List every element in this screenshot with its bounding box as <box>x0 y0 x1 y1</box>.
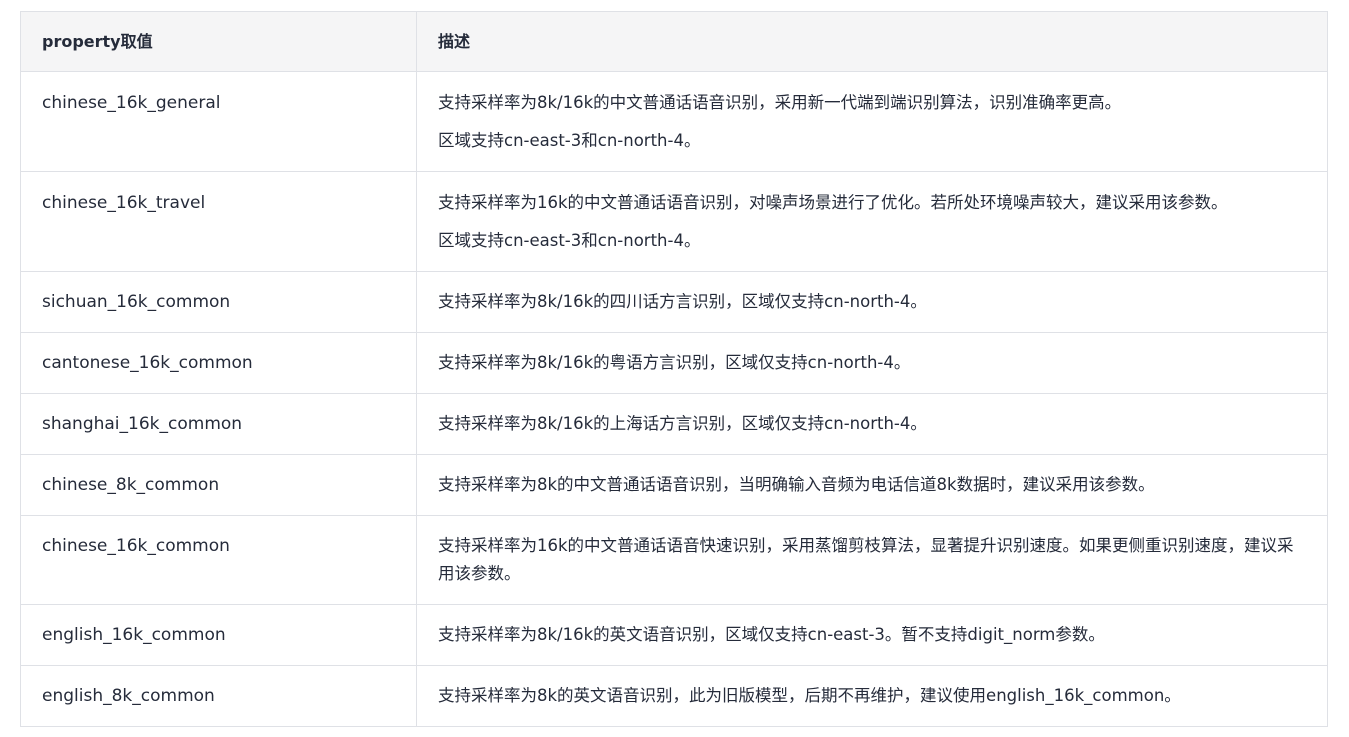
property-cell: cantonese_16k_common <box>20 332 417 394</box>
description-text: 支持采样率为8k/16k的四川话方言识别，区域仅支持cn-north-4。 <box>438 292 927 311</box>
property-cell: shanghai_16k_common <box>20 393 417 455</box>
header-description: 描述 <box>416 11 1328 72</box>
table-row: chinese_16k_general 支持采样率为8k/16k的中文普通话语音… <box>20 71 1328 172</box>
description-text: 支持采样率为8k的英文语音识别，此为旧版模型，后期不再维护，建议使用englis… <box>438 686 1181 705</box>
property-cell: chinese_16k_general <box>20 71 417 172</box>
property-cell: chinese_16k_common <box>20 515 417 605</box>
description-cell: 支持采样率为8k/16k的中文普通话语音识别，采用新一代端到端识别算法，识别准确… <box>416 71 1328 172</box>
description-cell: 支持采样率为8k的中文普通话语音识别，当明确输入音频为电话信道8k数据时，建议采… <box>416 454 1328 516</box>
description-text: 支持采样率为8k/16k的中文普通话语音识别，采用新一代端到端识别算法，识别准确… <box>438 93 1122 112</box>
property-table: property取值 描述 chinese_16k_general 支持采样率为… <box>20 11 1328 727</box>
description-text: 支持采样率为8k的中文普通话语音识别，当明确输入音频为电话信道8k数据时，建议采… <box>438 475 1155 494</box>
description-cell: 支持采样率为8k/16k的粤语方言识别，区域仅支持cn-north-4。 <box>416 332 1328 394</box>
table-header-row: property取值 描述 <box>20 11 1328 72</box>
description-text: 支持采样率为16k的中文普通话语音快速识别，采用蒸馏剪枝算法，显著提升识别速度。… <box>438 536 1294 583</box>
description-cell: 支持采样率为8k/16k的上海话方言识别，区域仅支持cn-north-4。 <box>416 393 1328 455</box>
description-text: 支持采样率为8k/16k的上海话方言识别，区域仅支持cn-north-4。 <box>438 414 927 433</box>
property-cell: chinese_8k_common <box>20 454 417 516</box>
description-cell: 支持采样率为16k的中文普通话语音识别，对噪声场景进行了优化。若所处环境噪声较大… <box>416 171 1328 272</box>
description-region-text: 区域支持cn-east-3和cn-north-4。 <box>438 231 701 250</box>
description-cell: 支持采样率为8k的英文语音识别，此为旧版模型，后期不再维护，建议使用englis… <box>416 665 1328 727</box>
property-cell: chinese_16k_travel <box>20 171 417 272</box>
table-row: english_8k_common 支持采样率为8k的英文语音识别，此为旧版模型… <box>20 665 1328 727</box>
description-cell: 支持采样率为16k的中文普通话语音快速识别，采用蒸馏剪枝算法，显著提升识别速度。… <box>416 515 1328 605</box>
header-property: property取值 <box>20 11 417 72</box>
description-text: 支持采样率为8k/16k的英文语音识别，区域仅支持cn-east-3。暂不支持d… <box>438 625 1105 644</box>
description-text: 支持采样率为8k/16k的粤语方言识别，区域仅支持cn-north-4。 <box>438 353 911 372</box>
table-row: english_16k_common 支持采样率为8k/16k的英文语音识别，区… <box>20 604 1328 666</box>
description-region-text: 区域支持cn-east-3和cn-north-4。 <box>438 131 701 150</box>
property-table-container: property取值 描述 chinese_16k_general 支持采样率为… <box>20 11 1328 727</box>
table-row: shanghai_16k_common 支持采样率为8k/16k的上海话方言识别… <box>20 393 1328 455</box>
table-row: chinese_16k_travel 支持采样率为16k的中文普通话语音识别，对… <box>20 171 1328 272</box>
description-cell: 支持采样率为8k/16k的四川话方言识别，区域仅支持cn-north-4。 <box>416 271 1328 333</box>
property-cell: english_8k_common <box>20 665 417 727</box>
table-row: chinese_16k_common 支持采样率为16k的中文普通话语音快速识别… <box>20 515 1328 605</box>
table-row: sichuan_16k_common 支持采样率为8k/16k的四川话方言识别，… <box>20 271 1328 333</box>
description-cell: 支持采样率为8k/16k的英文语音识别，区域仅支持cn-east-3。暂不支持d… <box>416 604 1328 666</box>
property-cell: english_16k_common <box>20 604 417 666</box>
property-cell: sichuan_16k_common <box>20 271 417 333</box>
table-row: chinese_8k_common 支持采样率为8k的中文普通话语音识别，当明确… <box>20 454 1328 516</box>
table-row: cantonese_16k_common 支持采样率为8k/16k的粤语方言识别… <box>20 332 1328 394</box>
description-text: 支持采样率为16k的中文普通话语音识别，对噪声场景进行了优化。若所处环境噪声较大… <box>438 193 1228 212</box>
